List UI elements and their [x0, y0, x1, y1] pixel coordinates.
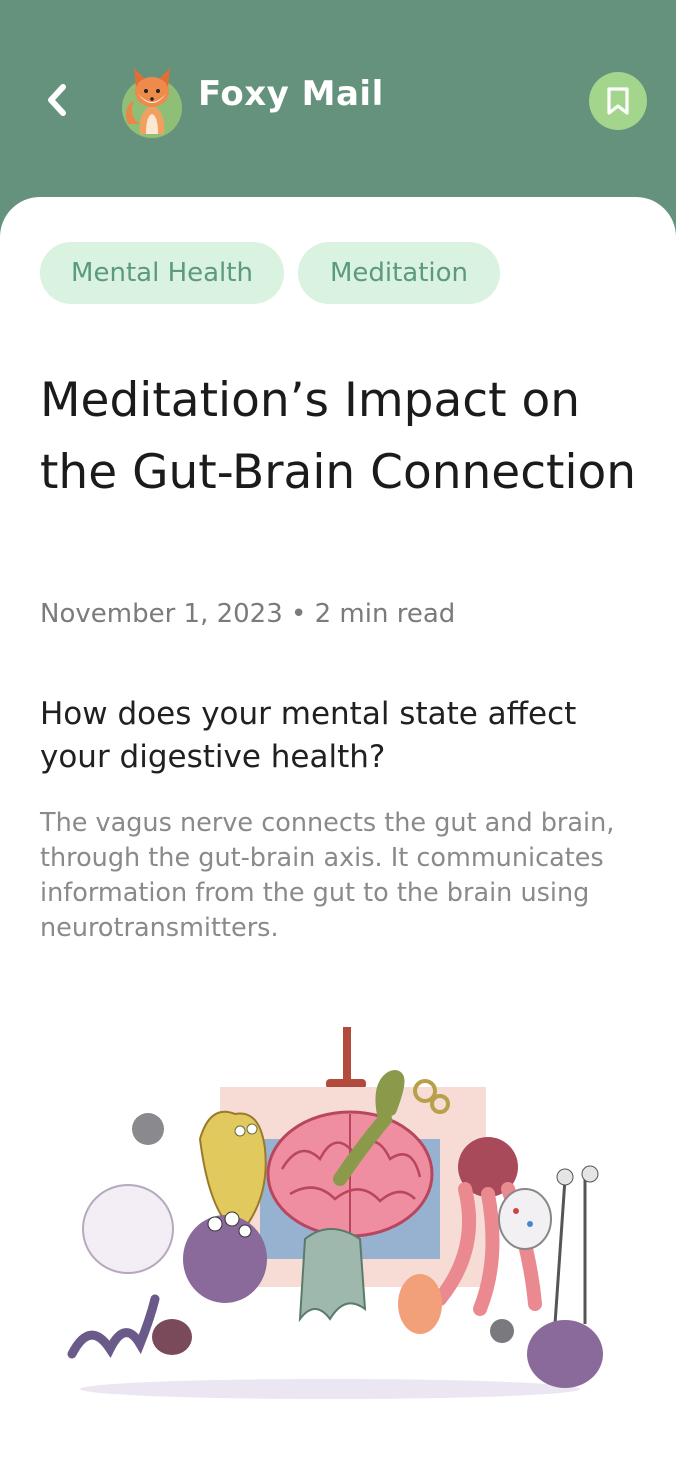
bookmark-icon	[607, 87, 629, 115]
article-body: The vagus nerve connects the gut and bra…	[40, 808, 615, 943]
article-title: Meditation’s Impact on the Gut-Brain Con…	[40, 373, 637, 500]
bookmark-button[interactable]	[589, 72, 647, 130]
back-button[interactable]	[36, 78, 80, 122]
article-meta: November 1, 2023 • 2 min read	[40, 599, 456, 629]
gut-brain-illustration	[67, 1027, 603, 1399]
chevron-left-icon	[48, 84, 66, 116]
fox-logo	[122, 68, 182, 138]
article-subheading: How does your mental state affect your d…	[40, 696, 577, 775]
tag-mental-health[interactable]: Mental Health	[40, 242, 284, 304]
app-name: Foxy Mail	[198, 74, 384, 114]
tag-meditation[interactable]: Meditation	[298, 242, 500, 304]
article-card: Mental Health Meditation Meditation’s Im…	[0, 197, 676, 1464]
